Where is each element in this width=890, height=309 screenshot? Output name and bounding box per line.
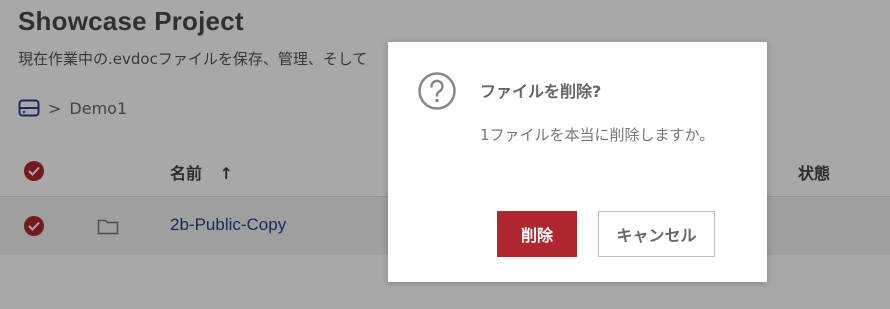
dialog-title: ファイルを削除?	[480, 82, 602, 101]
delete-confirm-dialog: ファイルを削除? 1ファイルを本当に削除しますか。 削除 キャンセル	[388, 42, 767, 282]
dialog-message: 1ファイルを本当に削除しますか。	[480, 126, 715, 144]
cancel-button[interactable]: キャンセル	[598, 211, 715, 257]
question-circle-icon	[417, 71, 457, 111]
delete-button[interactable]: 削除	[497, 211, 577, 257]
